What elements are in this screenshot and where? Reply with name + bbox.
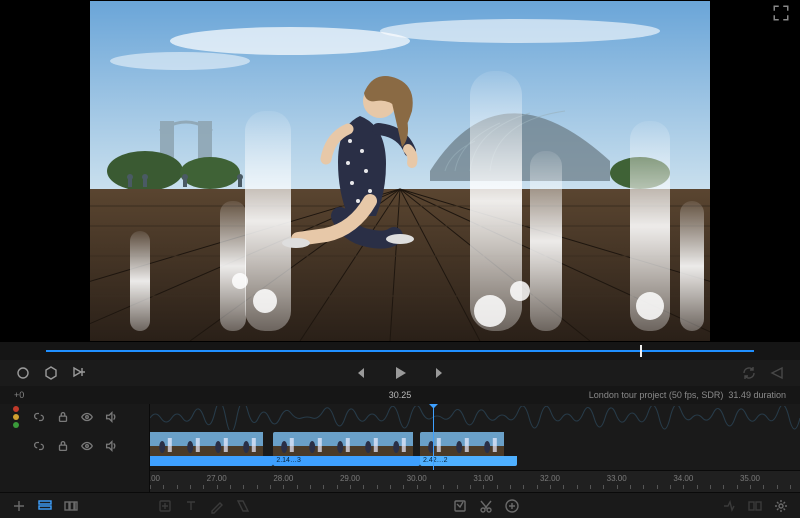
- record-button[interactable]: [14, 364, 32, 382]
- playbar-track[interactable]: [46, 350, 754, 352]
- clip[interactable]: 2.14…3: [273, 432, 420, 466]
- settings-button[interactable]: [772, 497, 790, 515]
- timeline-view-button[interactable]: [36, 497, 54, 515]
- snap-button[interactable]: [720, 497, 738, 515]
- playbar[interactable]: [0, 342, 800, 360]
- fullscreen-button[interactable]: [772, 4, 790, 22]
- add-clip-button[interactable]: [156, 497, 174, 515]
- ruler-label: 26.00: [150, 474, 160, 483]
- tag-yellow-icon: [13, 414, 19, 420]
- track-header-panel: [0, 404, 150, 492]
- video-track[interactable]: 2.14…3 2.42…2: [150, 432, 800, 466]
- timeline-body[interactable]: 2.14…3 2.42…2 26.00 27.00 28.00 29.00 30.00 3…: [150, 404, 800, 492]
- timeline-offset: +0: [14, 390, 34, 400]
- marker-button[interactable]: [42, 364, 60, 382]
- ruler-label: 32.00: [540, 474, 560, 483]
- ruler-label: 27.00: [207, 474, 227, 483]
- ruler-label: 35.00: [740, 474, 760, 483]
- text-button[interactable]: [182, 497, 200, 515]
- add-marker-button[interactable]: [70, 364, 88, 382]
- add-track-button[interactable]: [10, 497, 28, 515]
- ruler-label: 29.00: [340, 474, 360, 483]
- timeline: 2.14…3 2.42…2 26.00 27.00 28.00 29.00 30.00 3…: [0, 404, 800, 492]
- preview-viewer: [0, 0, 800, 342]
- transition-button[interactable]: [234, 497, 252, 515]
- bottom-toolbar: [0, 492, 800, 518]
- video-editor-app: +0 30.25 London tour project (50 fps, SD…: [0, 0, 800, 518]
- loop-button[interactable]: [740, 364, 758, 382]
- clip-label: 2.42…2: [420, 456, 517, 466]
- play-button[interactable]: [391, 364, 409, 382]
- tag-red-icon: [13, 406, 19, 412]
- ruler-label: 31.00: [473, 474, 493, 483]
- track-header-video: [0, 430, 149, 462]
- ruler-label: 34.00: [673, 474, 693, 483]
- draw-button[interactable]: [208, 497, 226, 515]
- tag-green-icon: [13, 422, 19, 428]
- add-tool[interactable]: [503, 497, 521, 515]
- ruler-label: 28.00: [273, 474, 293, 483]
- prev-frame-button[interactable]: [351, 364, 369, 382]
- audio-icon[interactable]: [104, 410, 118, 424]
- ruler-label: 33.00: [607, 474, 627, 483]
- storyboard-view-button[interactable]: [62, 497, 80, 515]
- magnet-button[interactable]: [746, 497, 764, 515]
- visibility-icon[interactable]: [80, 410, 94, 424]
- playbar-head[interactable]: [640, 345, 642, 357]
- visibility-icon[interactable]: [80, 439, 94, 453]
- select-tool[interactable]: [451, 497, 469, 515]
- clip[interactable]: 2.42…2: [420, 432, 517, 466]
- audio-track: [150, 406, 800, 430]
- project-meta: London tour project (50 fps, SDR) 31.49 …: [589, 390, 786, 400]
- project-info-row: +0 30.25 London tour project (50 fps, SD…: [0, 386, 800, 404]
- link-icon[interactable]: [32, 410, 46, 424]
- track-header-audio: [0, 404, 149, 430]
- lock-icon[interactable]: [56, 410, 70, 424]
- ruler-label: 30.00: [407, 474, 427, 483]
- time-ruler[interactable]: 26.00 27.00 28.00 29.00 30.00 31.00 32.00 33.00…: [150, 470, 800, 492]
- cut-tool[interactable]: [477, 497, 495, 515]
- share-button[interactable]: [768, 364, 786, 382]
- clip[interactable]: [150, 432, 273, 466]
- preview-frame: [90, 1, 710, 341]
- clip-label: [150, 456, 273, 466]
- clip-label: 2.14…3: [273, 456, 420, 466]
- track-tags: [10, 406, 22, 428]
- transport-bar: [0, 360, 800, 386]
- link-icon[interactable]: [32, 439, 46, 453]
- audio-icon[interactable]: [104, 439, 118, 453]
- next-frame-button[interactable]: [431, 364, 449, 382]
- current-time: 30.25: [389, 390, 412, 400]
- lock-icon[interactable]: [56, 439, 70, 453]
